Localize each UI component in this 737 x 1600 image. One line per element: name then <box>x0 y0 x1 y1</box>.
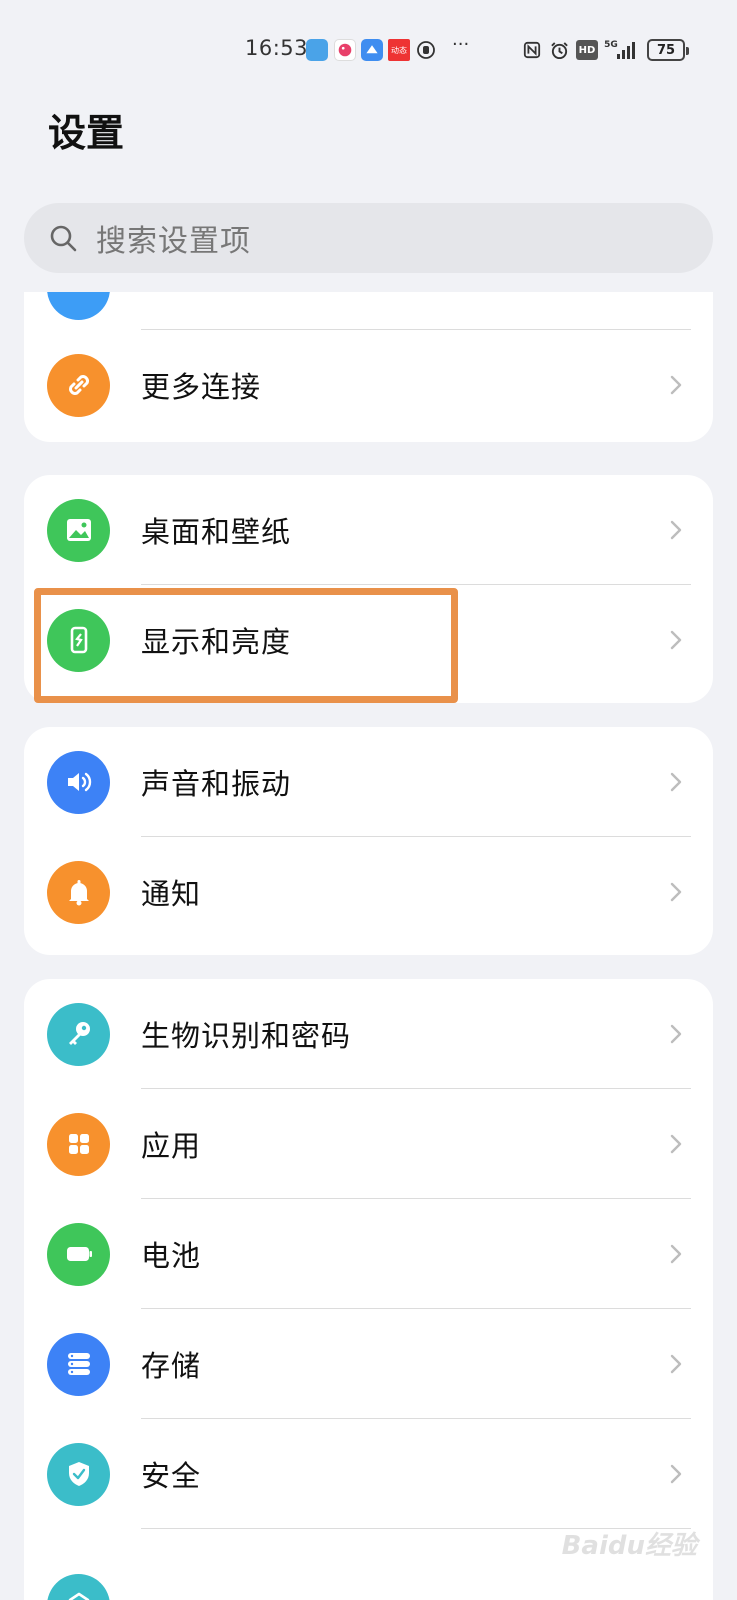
hd-icon: HD <box>576 40 598 60</box>
message-app-icon <box>361 39 383 61</box>
list-item-label: 生物识别和密码 <box>141 1019 352 1053</box>
hand-icon <box>415 39 437 61</box>
list-item-notifications[interactable]: 通知 <box>24 837 713 947</box>
list-item-label: 安全 <box>141 1459 202 1493</box>
list-item-storage[interactable]: 存储 <box>24 1309 713 1419</box>
news-app-icon: 动态 <box>388 39 410 61</box>
list-item-sound-vibration[interactable]: 声音和振动 <box>24 727 713 837</box>
shield-icon <box>47 1442 110 1506</box>
bird-app-icon <box>334 39 356 61</box>
chevron-right-icon <box>670 1024 682 1044</box>
watermark: Baidu经验 <box>561 1531 697 1561</box>
battery-indicator: 75 <box>647 39 689 61</box>
list-item-more-connections[interactable]: 更多连接 <box>24 330 713 440</box>
list-item-battery[interactable]: 电池 <box>24 1199 713 1309</box>
partial-icon <box>47 292 110 320</box>
chevron-right-icon <box>670 1464 682 1484</box>
key-icon <box>47 1002 110 1066</box>
settings-group-connections: 更多连接 <box>24 292 713 442</box>
list-item-label: 声音和振动 <box>141 767 292 801</box>
list-item-partial[interactable] <box>24 292 713 330</box>
list-item-label: 桌面和壁纸 <box>141 515 292 549</box>
search-placeholder: 搜索设置项 <box>96 224 251 259</box>
list-item-label: 存储 <box>141 1349 202 1383</box>
alarm-icon <box>549 40 569 60</box>
chevron-right-icon <box>670 1134 682 1154</box>
settings-group-system: 生物识别和密码 应用 电池 存储 安全 <box>24 979 713 1600</box>
chevron-right-icon <box>670 772 682 792</box>
signal-icon <box>616 40 638 60</box>
chevron-right-icon <box>670 1354 682 1374</box>
list-item-security[interactable]: 安全 <box>24 1419 713 1529</box>
status-bar: 16:53 动态 ··· HD 5G 75 <box>0 0 737 100</box>
list-item-label: 通知 <box>141 877 202 911</box>
list-item-label: 更多连接 <box>141 370 262 404</box>
search-input[interactable]: 搜索设置项 <box>24 203 713 273</box>
image-icon <box>47 498 110 562</box>
search-icon <box>50 225 77 252</box>
app-notification-icon <box>306 39 328 61</box>
apps-grid-icon <box>47 1112 110 1176</box>
chevron-right-icon <box>670 520 682 540</box>
speaker-icon <box>47 750 110 814</box>
chevron-right-icon <box>670 375 682 395</box>
chevron-right-icon <box>670 1244 682 1264</box>
highlight-annotation-box <box>34 588 458 703</box>
list-item-apps[interactable]: 应用 <box>24 1089 713 1199</box>
status-time: 16:53 <box>245 36 309 60</box>
list-item-label: 电池 <box>141 1239 202 1273</box>
more-notifications-icon: ··· <box>452 34 470 55</box>
battery-icon <box>47 1222 110 1286</box>
link-icon <box>47 353 110 417</box>
settings-group-sound: 声音和振动 通知 <box>24 727 713 955</box>
list-item-biometrics-password[interactable]: 生物识别和密码 <box>24 979 713 1089</box>
chevron-right-icon <box>670 882 682 902</box>
bell-icon <box>47 860 110 924</box>
storage-icon <box>47 1332 110 1396</box>
nfc-icon <box>522 40 542 60</box>
chevron-right-icon <box>670 630 682 650</box>
page-title: 设置 <box>48 111 125 155</box>
list-item-label: 应用 <box>141 1129 202 1163</box>
privacy-icon <box>47 1574 110 1600</box>
list-item-desktop-wallpaper[interactable]: 桌面和壁纸 <box>24 475 713 585</box>
